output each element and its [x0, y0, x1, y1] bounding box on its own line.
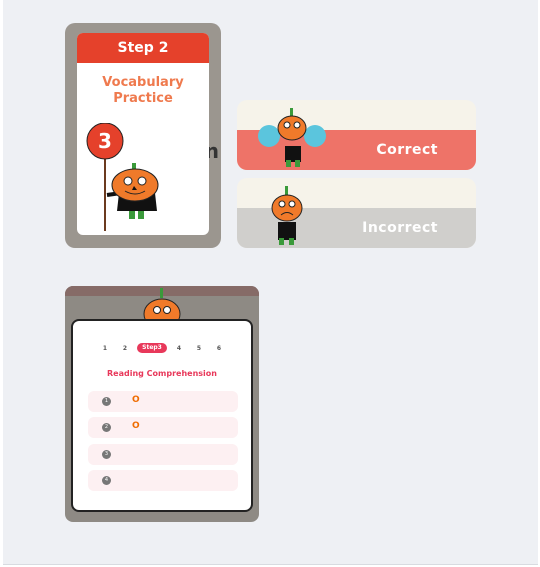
correct-feedback-banner: Correct — [237, 100, 476, 170]
vocab-card-inner: Step 2 Vocabulary Practice 3 — [77, 33, 209, 235]
result-modal: 1 2 Step3 4 5 6 Reading Comprehension 1O… — [71, 319, 253, 512]
incorrect-feedback-banner: Incorrect — [237, 178, 476, 248]
step-indicator: 1 2 Step3 4 5 6 — [73, 343, 251, 353]
answer-row: 1O — [88, 391, 238, 412]
title-line-2: Practice — [113, 91, 173, 106]
card-title: Vocabulary Practice — [77, 75, 209, 107]
row-number: 4 — [102, 476, 111, 485]
answer-mark: O — [132, 395, 140, 405]
pumpkin-sign-illustration: 3 — [86, 123, 159, 231]
correct-label: Correct — [376, 142, 438, 158]
sign-number: 3 — [98, 129, 112, 153]
answer-row: 2O — [88, 417, 238, 438]
step-1[interactable]: 1 — [95, 345, 115, 352]
title-line-1: Vocabulary — [102, 75, 184, 90]
row-number: 3 — [102, 450, 111, 459]
vocab-step-card[interactable]: n Step 2 Vocabulary Practice 3 — [65, 23, 221, 248]
reading-step-card[interactable]: 1 2 Step3 4 5 6 Reading Comprehension 1O… — [65, 286, 259, 522]
step-4[interactable]: 4 — [169, 345, 189, 352]
section-title: Reading Comprehension — [107, 369, 217, 378]
sad-pumpkin-icon — [271, 186, 303, 245]
step-6[interactable]: 6 — [209, 345, 229, 352]
step-2[interactable]: 2 — [115, 345, 135, 352]
answer-mark: O — [132, 421, 140, 431]
step-5[interactable]: 5 — [189, 345, 209, 352]
step-header: Step 2 — [77, 33, 209, 63]
row-number: 1 — [102, 397, 111, 406]
row-number: 2 — [102, 423, 111, 432]
cheering-pumpkin-icon — [258, 108, 326, 167]
answer-row: 4 — [88, 470, 238, 491]
answer-row: 3 — [88, 444, 238, 465]
step-3-active[interactable]: Step3 — [137, 343, 167, 353]
incorrect-label: Incorrect — [362, 220, 438, 236]
